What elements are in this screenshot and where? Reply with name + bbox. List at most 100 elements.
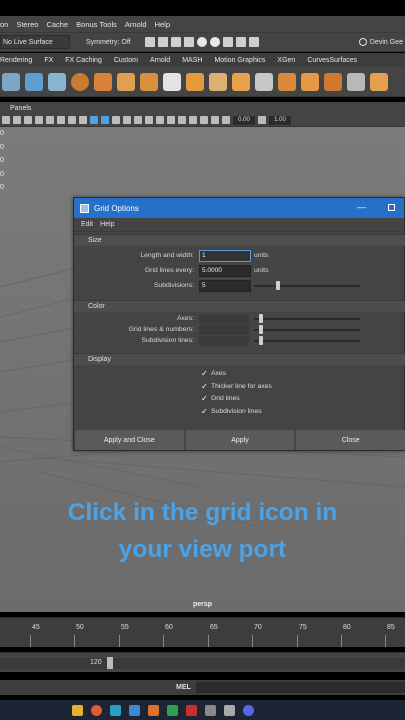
size-section-header[interactable]: Size xyxy=(74,234,405,246)
shelf-tool-icon[interactable] xyxy=(209,72,227,91)
shelf-tab-rendering[interactable]: Rendering xyxy=(0,57,32,64)
user-account[interactable]: Devin Gee xyxy=(358,38,403,46)
app-icon[interactable] xyxy=(186,704,197,716)
subdivisions-slider-handle[interactable] xyxy=(276,281,280,290)
hud-icon[interactable] xyxy=(222,116,230,124)
shelf-tab-custom[interactable]: Custom xyxy=(114,57,138,64)
ambient-occlusion-icon[interactable] xyxy=(145,116,153,124)
image-plane-icon[interactable] xyxy=(35,116,43,124)
shelf-tab-xgen[interactable]: XGen xyxy=(277,57,295,64)
maya-icon[interactable] xyxy=(110,704,121,716)
render-frame-icon[interactable] xyxy=(144,37,155,47)
shadows-icon[interactable] xyxy=(134,116,142,124)
grid-lines-checkbox[interactable]: ✓ xyxy=(201,395,208,403)
shelf-tab-fx[interactable]: FX xyxy=(44,57,53,64)
pause-icon[interactable] xyxy=(248,37,259,47)
app-icon[interactable] xyxy=(224,704,235,716)
maya-icon[interactable] xyxy=(129,704,140,716)
menu-item-bonus-tools[interactable]: Bonus Tools xyxy=(76,20,117,29)
hypershade-icon[interactable] xyxy=(196,37,207,47)
subdivision-lines-color-slider-handle[interactable] xyxy=(259,336,263,345)
display-section-header[interactable]: Display xyxy=(74,353,405,365)
color-section-header[interactable]: Color xyxy=(74,300,405,312)
shelf-tab-arnold[interactable]: Arnold xyxy=(150,57,170,64)
shelf-tool-icon[interactable] xyxy=(2,72,20,91)
axes-color-slider-handle[interactable] xyxy=(259,314,263,323)
shelf-tool-icon[interactable] xyxy=(71,72,89,91)
render-setup-icon[interactable] xyxy=(222,37,233,47)
use-lights-icon[interactable] xyxy=(123,116,131,124)
thicker-line-checkbox[interactable]: ✓ xyxy=(201,382,208,390)
time-slider[interactable]: 45 50 55 60 65 70 75 80 85 xyxy=(0,617,405,647)
axes-color-slider[interactable] xyxy=(254,318,360,320)
chrome-icon[interactable] xyxy=(91,704,102,716)
subdivisions-slider[interactable] xyxy=(254,285,360,287)
menu-item-arnold[interactable]: Arnold xyxy=(125,20,147,29)
resolution-gate-icon[interactable] xyxy=(68,116,76,124)
subdivision-lines-color-swatch[interactable] xyxy=(199,336,249,346)
xray-joints-icon[interactable] xyxy=(200,116,208,124)
panels-menu[interactable]: Panels xyxy=(10,105,31,112)
shelf-tool-icon[interactable] xyxy=(370,72,388,91)
render-view-icon[interactable] xyxy=(209,37,220,47)
ipr-render-icon[interactable] xyxy=(170,37,181,47)
motion-blur-icon[interactable] xyxy=(156,116,164,124)
bookmarks-icon[interactable] xyxy=(24,116,32,124)
grid-lines-color-slider-handle[interactable] xyxy=(259,325,263,334)
shelf-tab-motion-graphics[interactable]: Motion Graphics xyxy=(214,57,265,64)
shelf-tool-icon[interactable] xyxy=(301,72,319,91)
grid-lines-every-field[interactable]: 5.0000 xyxy=(199,265,251,277)
dialog-menu-edit[interactable]: Edit xyxy=(81,221,93,228)
shelf-tool-icon[interactable] xyxy=(163,72,181,91)
shelf-tab-curves-surfaces[interactable]: CurvesSurfaces xyxy=(307,57,357,64)
shelf-tool-icon[interactable] xyxy=(25,72,43,91)
grid-toggle-icon[interactable] xyxy=(46,116,54,124)
select-camera-icon[interactable] xyxy=(2,116,10,124)
isolate-select-icon[interactable] xyxy=(178,116,186,124)
shelf-tool-icon[interactable] xyxy=(324,72,342,91)
dialog-menu-help[interactable]: Help xyxy=(100,221,114,228)
anti-aliasing-icon[interactable] xyxy=(167,116,175,124)
app-icon[interactable] xyxy=(167,704,178,716)
menu-item-cache[interactable]: Cache xyxy=(46,20,68,29)
shelf-tool-icon[interactable] xyxy=(232,72,250,91)
gate-mask-icon[interactable] xyxy=(79,116,87,124)
live-surface-field[interactable]: No Live Surface xyxy=(0,35,70,49)
exposure-field[interactable]: 0.00 xyxy=(233,115,255,125)
shelf-tool-icon[interactable] xyxy=(140,72,158,91)
xray-icon[interactable] xyxy=(189,116,197,124)
light-editor-icon[interactable] xyxy=(235,37,246,47)
blender-icon[interactable] xyxy=(148,704,159,716)
file-explorer-icon[interactable] xyxy=(72,704,83,716)
symmetry-dropdown[interactable]: Symmetry: Off xyxy=(86,39,131,46)
textured-icon[interactable] xyxy=(112,116,120,124)
shelf-tool-icon[interactable] xyxy=(186,72,204,91)
gamma-icon[interactable] xyxy=(258,116,266,124)
menu-item-stereo[interactable]: Stereo xyxy=(16,20,38,29)
smooth-shade-icon[interactable] xyxy=(101,116,109,124)
render-sequence-icon[interactable] xyxy=(157,37,168,47)
grid-lines-color-swatch[interactable] xyxy=(199,325,249,335)
shelf-tool-icon[interactable] xyxy=(255,72,273,91)
dialog-title-bar[interactable]: Grid Options — xyxy=(74,198,404,218)
subdivision-lines-color-slider[interactable] xyxy=(254,340,360,342)
subdivision-lines-checkbox[interactable]: ✓ xyxy=(201,407,208,415)
close-button[interactable]: Close xyxy=(296,430,405,450)
film-gate-icon[interactable] xyxy=(57,116,65,124)
shelf-tool-icon[interactable] xyxy=(117,72,135,91)
grid-lines-color-slider[interactable] xyxy=(254,329,360,331)
app-icon[interactable] xyxy=(205,704,216,716)
axes-color-swatch[interactable] xyxy=(199,314,249,324)
apply-button[interactable]: Apply xyxy=(185,430,295,450)
shelf-tool-icon[interactable] xyxy=(347,72,365,91)
shelf-tab-mash[interactable]: MASH xyxy=(182,57,202,64)
maximize-button[interactable] xyxy=(388,204,395,211)
range-track[interactable] xyxy=(0,658,405,669)
shelf-tab-fx-caching[interactable]: FX Caching xyxy=(65,57,102,64)
apply-and-close-button[interactable]: Apply and Close xyxy=(75,430,184,450)
shelf-tool-icon[interactable] xyxy=(278,72,296,91)
discord-icon[interactable] xyxy=(243,704,254,716)
menu-item-on[interactable]: on xyxy=(0,20,8,29)
shelf-tool-icon[interactable] xyxy=(48,72,66,91)
menu-item-help[interactable]: Help xyxy=(155,20,170,29)
